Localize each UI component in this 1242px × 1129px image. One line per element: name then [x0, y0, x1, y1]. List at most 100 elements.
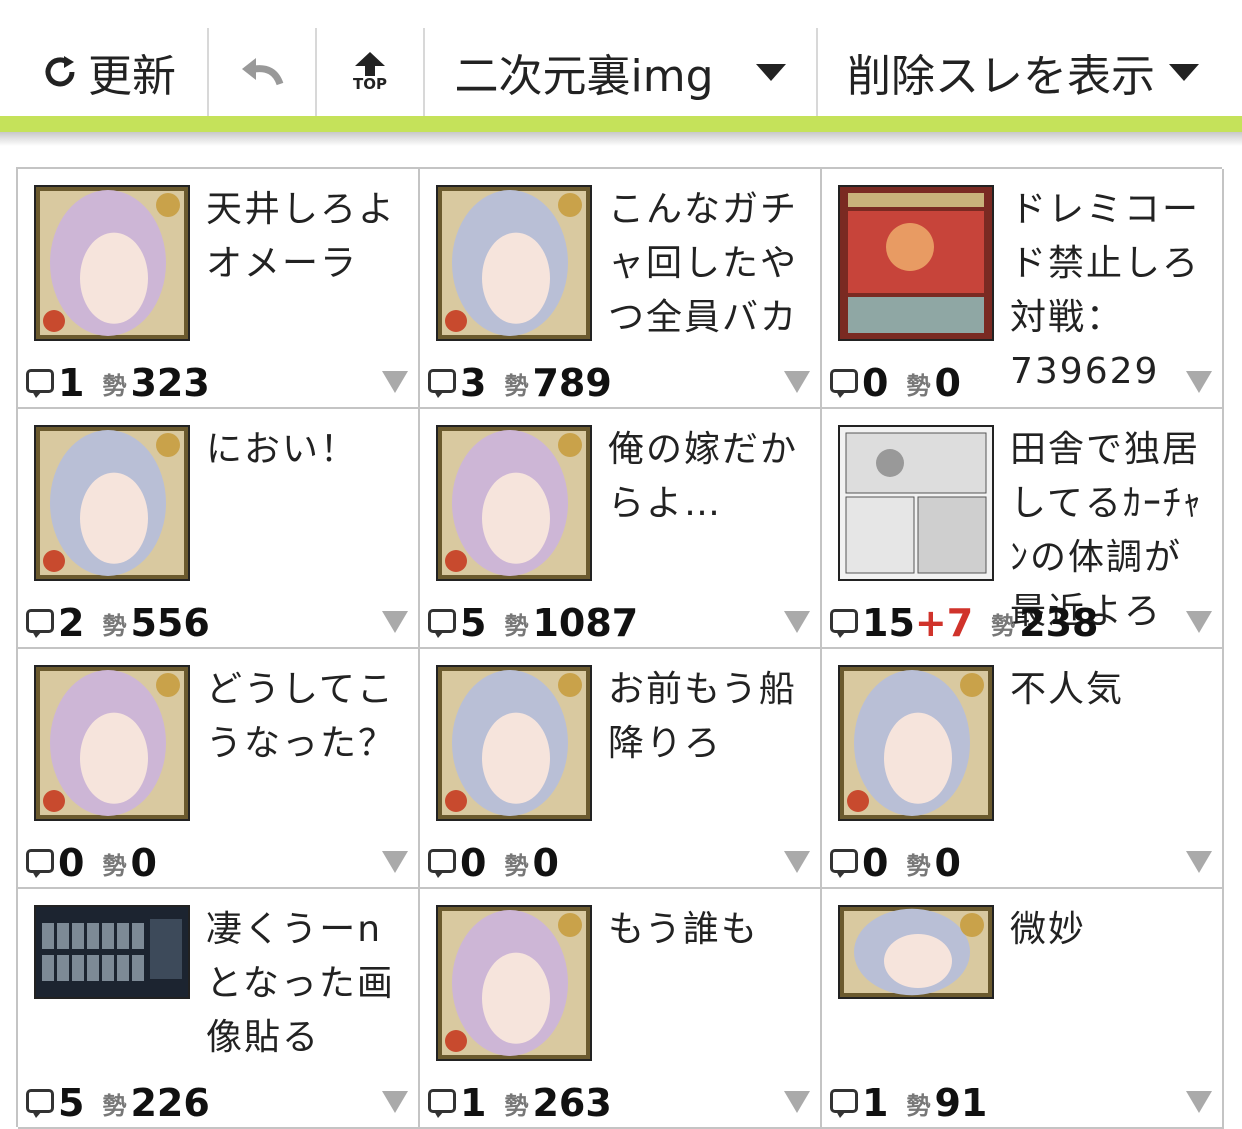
reply-count-icon [428, 849, 456, 878]
reply-count-icon [830, 609, 858, 638]
thread-title[interactable]: もう誰も [608, 903, 808, 957]
thread-stats: 15 +7 勢 238 [830, 601, 1099, 645]
momentum-label: 勢 [991, 611, 1016, 640]
thread-card[interactable]: 田舎で独居してるｶｰﾁｬﾝの体調が最近よろ 15 +7 勢 238 [822, 409, 1224, 649]
thread-thumbnail[interactable] [838, 905, 994, 999]
thread-thumbnail[interactable] [838, 425, 994, 581]
thread-title[interactable]: 俺の嫁だからよ… [608, 423, 808, 531]
momentum-value: 556 [130, 601, 210, 645]
thread-title[interactable]: 凄くうーnとなった画像貼る [206, 903, 406, 1065]
thread-stats: 2 勢 556 [26, 601, 210, 645]
momentum-label: 勢 [504, 851, 529, 880]
thread-thumbnail[interactable] [436, 665, 592, 821]
thread-menu-icon[interactable] [1186, 851, 1212, 873]
thread-title[interactable]: ドレミコード禁止しろ対戦：739629 [1010, 183, 1210, 399]
thread-thumbnail[interactable] [436, 905, 592, 1061]
thread-card[interactable]: におい！ 2 勢 556 [18, 409, 420, 649]
momentum-value: 91 [934, 1081, 988, 1125]
scroll-top-icon [355, 52, 385, 76]
dropdown-arrow-icon [755, 63, 786, 81]
momentum-value: 0 [934, 361, 961, 405]
thread-title[interactable]: こんなガチャ回したやつ全員バカ [608, 183, 808, 345]
thread-menu-icon[interactable] [1186, 611, 1212, 633]
thread-title[interactable]: どうしてこうなった？ [206, 663, 406, 771]
thread-menu-icon[interactable] [784, 851, 810, 873]
toolbar-accent-bar [0, 116, 1242, 132]
thread-stats: 1 勢 91 [830, 1081, 987, 1125]
reply-count-icon [26, 609, 54, 638]
thread-card[interactable]: 天井しろよオメーラ 1 勢 323 [18, 169, 420, 409]
thread-menu-icon[interactable] [784, 611, 810, 633]
momentum-label: 勢 [504, 1091, 529, 1120]
thread-title[interactable]: におい！ [206, 423, 406, 477]
momentum-value: 1087 [532, 601, 639, 645]
thread-menu-icon[interactable] [382, 851, 408, 873]
board-label: 二次元裏img [454, 51, 714, 102]
reply-count-icon [830, 1089, 858, 1118]
reply-count: 0 [460, 841, 487, 885]
thread-card[interactable]: 俺の嫁だからよ… 5 勢 1087 [420, 409, 822, 649]
thread-card[interactable]: 不人気 0 勢 0 [822, 649, 1224, 889]
thread-card[interactable]: 凄くうーnとなった画像貼る 5 勢 226 [18, 889, 420, 1129]
board-select[interactable]: 二次元裏img [425, 28, 815, 116]
reply-count: 15 [862, 601, 915, 645]
reply-count-icon [26, 369, 54, 398]
thread-stats: 3 勢 789 [428, 361, 612, 405]
thread-thumbnail[interactable] [34, 185, 190, 341]
refresh-button[interactable]: 更新 [10, 28, 206, 116]
momentum-value: 226 [130, 1081, 210, 1125]
thread-title[interactable]: 不人気 [1010, 663, 1210, 717]
momentum-value: 0 [934, 841, 961, 885]
thread-stats: 5 勢 1087 [428, 601, 638, 645]
thread-menu-icon[interactable] [784, 371, 810, 393]
reply-count-icon [830, 849, 858, 878]
thread-card[interactable]: どうしてこうなった？ 0 勢 0 [18, 649, 420, 889]
thread-title[interactable]: 微妙 [1010, 903, 1210, 957]
thread-thumbnail[interactable] [838, 665, 994, 821]
thread-thumbnail[interactable] [838, 185, 994, 341]
reply-count: 5 [460, 601, 487, 645]
reply-count: 1 [58, 361, 85, 405]
thread-menu-icon[interactable] [1186, 1091, 1212, 1113]
thread-card[interactable]: 微妙 1 勢 91 [822, 889, 1224, 1129]
reply-count: 2 [58, 601, 85, 645]
thread-thumbnail[interactable] [34, 665, 190, 821]
thread-title[interactable]: お前もう船降りろ [608, 663, 808, 771]
thread-card[interactable]: もう誰も 1 勢 263 [420, 889, 822, 1129]
thread-thumbnail[interactable] [34, 905, 190, 999]
thread-thumbnail[interactable] [34, 425, 190, 581]
reply-count-icon [428, 609, 456, 638]
reply-count: 0 [862, 841, 889, 885]
momentum-value: 0 [532, 841, 559, 885]
reply-count-icon [26, 849, 54, 878]
thread-thumbnail[interactable] [436, 425, 592, 581]
thread-menu-icon[interactable] [382, 1091, 408, 1113]
thread-menu-icon[interactable] [382, 371, 408, 393]
show-deleted-label: 削除スレを表示 [847, 51, 1155, 102]
new-reply-count: +7 [914, 601, 974, 645]
momentum-value: 0 [130, 841, 157, 885]
momentum-value: 263 [532, 1081, 612, 1125]
thread-menu-icon[interactable] [1186, 371, 1212, 393]
thread-card[interactable]: お前もう船降りろ 0 勢 0 [420, 649, 822, 889]
thread-card[interactable]: ドレミコード禁止しろ対戦：739629 0 勢 0 [822, 169, 1224, 409]
show-deleted-select[interactable]: 削除スレを表示 [818, 28, 1228, 116]
momentum-label: 勢 [102, 1091, 127, 1120]
thread-card[interactable]: こんなガチャ回したやつ全員バカ 3 勢 789 [420, 169, 822, 409]
momentum-label: 勢 [906, 851, 931, 880]
toolbar-shadow [0, 132, 1242, 146]
reply-count: 1 [862, 1081, 889, 1125]
reply-count: 0 [862, 361, 889, 405]
refresh-icon [45, 56, 75, 87]
thread-title[interactable]: 天井しろよオメーラ [206, 183, 406, 291]
thread-thumbnail[interactable] [436, 185, 592, 341]
scroll-top-button[interactable]: TOP [317, 28, 423, 116]
back-button[interactable] [209, 28, 315, 116]
reply-count: 0 [58, 841, 85, 885]
thread-menu-icon[interactable] [784, 1091, 810, 1113]
momentum-label: 勢 [504, 371, 529, 400]
momentum-value: 238 [1019, 601, 1099, 645]
momentum-label: 勢 [504, 611, 529, 640]
reply-count-icon [428, 1089, 456, 1118]
thread-menu-icon[interactable] [382, 611, 408, 633]
